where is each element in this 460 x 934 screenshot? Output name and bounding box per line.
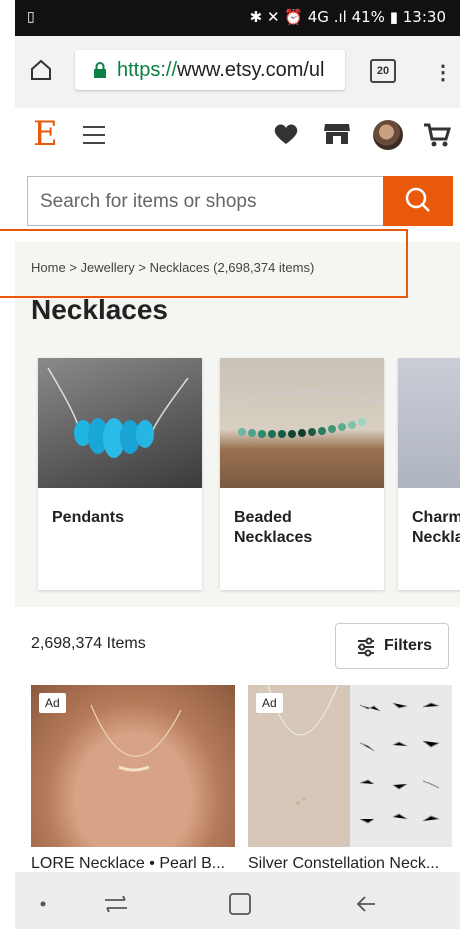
- android-nav-bar: [15, 872, 460, 929]
- url-text: https://www.etsy.com/ul: [117, 59, 324, 82]
- site-header: E: [15, 108, 460, 165]
- battery-percent: 41%: [351, 8, 385, 26]
- url-host: www.etsy.com/ul: [177, 59, 325, 81]
- ad-badge: Ad: [256, 693, 283, 713]
- back-icon[interactable]: [356, 896, 375, 912]
- results-count: 2,698,374 Items: [31, 635, 146, 652]
- url-scheme: https://: [117, 59, 178, 81]
- listing-title[interactable]: Silver Constellation Neck...: [248, 855, 452, 873]
- clock: 13:30: [402, 8, 446, 26]
- status-bar: ▯ ✱ ✕ ⏰ 4G .ıl 41% ▮ 13:30: [15, 0, 460, 36]
- tab-switcher-button[interactable]: 20: [370, 59, 396, 83]
- results-section: 2,698,374 Items Filters Ad LORE Necklace…: [15, 607, 460, 872]
- alarm-icon: ⏰: [284, 8, 303, 26]
- etsy-logo[interactable]: E: [33, 114, 58, 154]
- category-label: Charm Necklaces: [412, 509, 460, 546]
- battery-icon: ▮: [389, 8, 398, 26]
- more-menu-icon[interactable]: ⋮: [433, 60, 453, 85]
- url-bar[interactable]: https://www.etsy.com/ul: [75, 50, 345, 90]
- cart-icon[interactable]: [423, 122, 451, 148]
- hamburger-menu-icon[interactable]: [83, 126, 105, 150]
- status-indicators: ✱ ✕ ⏰ 4G .ıl 41% ▮ 13:30: [250, 8, 446, 26]
- search-input[interactable]: Search for items or shops: [27, 176, 383, 226]
- user-avatar[interactable]: [373, 120, 403, 150]
- category-label: Pendants: [52, 509, 125, 526]
- charm-necklace-image: [398, 358, 460, 488]
- lock-icon: [94, 62, 106, 78]
- category-label: Beaded Necklaces: [234, 509, 313, 546]
- listing-card[interactable]: Ad: [31, 685, 235, 847]
- browser-toolbar: https://www.etsy.com/ul 20 ⋮: [15, 36, 460, 109]
- mute-icon: ✕: [266, 8, 280, 26]
- search-icon: [405, 187, 430, 212]
- gallery-notification-icon: ▯: [27, 8, 35, 24]
- category-card-pendants[interactable]: Pendants: [38, 358, 202, 590]
- listing-card[interactable]: Ad: [248, 685, 452, 847]
- home-icon[interactable]: [29, 58, 53, 82]
- bluetooth-icon: ✱: [249, 8, 263, 26]
- breadcrumb-highlight-box: [0, 229, 408, 298]
- signal-text: 4G .ıl: [307, 8, 347, 26]
- listing-title[interactable]: LORE Necklace • Pearl B...: [31, 855, 235, 873]
- filters-button[interactable]: Filters: [335, 623, 449, 669]
- search-button[interactable]: [383, 176, 453, 226]
- beaded-necklace-image: [220, 358, 384, 488]
- ad-badge: Ad: [39, 693, 66, 713]
- recent-apps-icon[interactable]: [105, 895, 127, 913]
- category-card-beaded-necklaces[interactable]: Beaded Necklaces: [220, 358, 384, 590]
- pendant-necklace-image: [38, 358, 202, 488]
- shop-icon[interactable]: [323, 122, 351, 146]
- page-title: Necklaces: [31, 294, 169, 325]
- nav-dot-icon[interactable]: [40, 901, 46, 907]
- category-card-charm-necklaces[interactable]: Charm Necklaces: [398, 358, 460, 590]
- favorites-heart-icon[interactable]: [273, 122, 299, 146]
- home-button-icon[interactable]: [229, 893, 251, 915]
- filters-icon: [358, 637, 374, 657]
- filters-label: Filters: [384, 637, 433, 654]
